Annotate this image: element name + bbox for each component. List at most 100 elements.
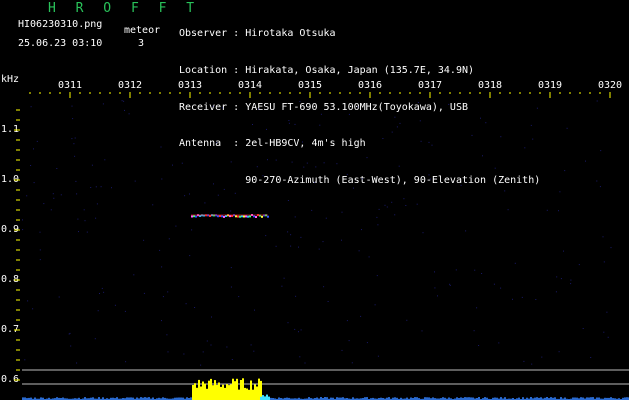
- noise-dot: [555, 291, 557, 293]
- noise-dot: [111, 187, 112, 189]
- noise-dot: [596, 100, 598, 102]
- noise-dot: [570, 279, 572, 281]
- noise-dot: [73, 143, 75, 145]
- spectrum-bar: [216, 384, 218, 400]
- noise-dot: [230, 210, 232, 212]
- spectrum-bar: [194, 383, 196, 400]
- noise-dot: [222, 107, 223, 109]
- noise-dot: [434, 287, 436, 289]
- noise-dot: [603, 261, 605, 263]
- noise-dot: [536, 107, 538, 109]
- noise-dot: [52, 193, 54, 195]
- noise-dot: [320, 113, 322, 115]
- noise-dot: [300, 236, 302, 238]
- reference-lines: [22, 369, 629, 385]
- noise-dot: [287, 231, 289, 233]
- noise-dot: [391, 201, 393, 203]
- spectrum-bar: [252, 389, 254, 400]
- noise-dot: [143, 239, 145, 241]
- noise-dot: [191, 229, 193, 231]
- noise-dot: [478, 345, 480, 346]
- noise-dot: [399, 122, 401, 124]
- noise-dot: [288, 122, 290, 124]
- noise-dot: [230, 267, 232, 269]
- noise-dot: [36, 140, 38, 142]
- noise-dot: [161, 178, 163, 180]
- noise-dot: [223, 188, 225, 190]
- noise-dot: [97, 310, 99, 312]
- noise-dot: [281, 285, 283, 287]
- spectrum-bar: [196, 387, 198, 400]
- spectrum-bar: [256, 386, 258, 400]
- noise-dot: [230, 286, 232, 288]
- noise-dot: [94, 338, 96, 340]
- noise-dot: [161, 266, 163, 268]
- noise-dot: [311, 209, 313, 211]
- noise-dot: [185, 303, 187, 305]
- noise-dot: [100, 186, 102, 188]
- noise-dot: [265, 235, 267, 237]
- noise-dot: [396, 126, 398, 128]
- noise-dots: [22, 100, 612, 366]
- noise-dot: [535, 299, 537, 300]
- noise-dot: [319, 124, 321, 126]
- spectrum-bar: [224, 387, 226, 400]
- noise-dot: [290, 234, 292, 236]
- noise-dot: [485, 122, 487, 124]
- noise-dot: [30, 106, 32, 108]
- spectrum-bar: [268, 396, 270, 400]
- noise-dot: [564, 170, 566, 172]
- noise-dot: [578, 264, 580, 266]
- spectrum-bar: [230, 384, 232, 400]
- noise-dot: [162, 296, 164, 298]
- noise-dot: [43, 203, 45, 205]
- tick-marks: [14, 92, 611, 381]
- noise-dot: [27, 300, 29, 302]
- noise-dot: [374, 304, 376, 306]
- noise-dot: [184, 195, 186, 197]
- noise-dot: [226, 346, 228, 348]
- noise-dot: [95, 186, 97, 188]
- noise-dot: [204, 202, 206, 204]
- noise-dot: [294, 328, 296, 330]
- noise-dot: [291, 161, 293, 163]
- noise-dot: [346, 173, 348, 175]
- noise-dot: [250, 344, 252, 346]
- noise-dot: [39, 231, 41, 233]
- echo-pixel: [223, 215, 225, 218]
- noise-dot: [68, 333, 70, 335]
- noise-dot: [473, 330, 475, 332]
- echo-pixel: [239, 215, 241, 218]
- noise-dot: [299, 356, 301, 358]
- noise-dot: [394, 214, 396, 216]
- noise-dot: [523, 360, 525, 362]
- noise-dot: [351, 362, 353, 364]
- noise-dot: [125, 361, 127, 363]
- noise-dot: [252, 124, 253, 125]
- spectrum-bar: [192, 385, 194, 400]
- spectrum-bar: [214, 380, 216, 400]
- noise-dot: [26, 195, 28, 197]
- noise-dot: [256, 166, 258, 168]
- noise-dot: [353, 187, 354, 189]
- signal-spectrum: [22, 378, 629, 400]
- noise-dot: [217, 194, 219, 196]
- noise-dot: [143, 292, 145, 294]
- noise-dot: [230, 161, 232, 163]
- noise-dot: [428, 141, 430, 143]
- spectrum-bar: [206, 388, 208, 400]
- noise-dot: [531, 363, 533, 365]
- noise-dot: [299, 101, 301, 102]
- noise-dot: [212, 105, 214, 107]
- echo-pixel: [249, 215, 251, 218]
- noise-dot: [504, 190, 506, 192]
- noise-dot: [607, 336, 609, 338]
- noise-dot: [361, 229, 362, 231]
- spectrum-bar: [258, 378, 260, 400]
- noise-dot: [231, 359, 233, 360]
- noise-dot: [161, 320, 162, 322]
- spectrum-bar: [212, 385, 214, 400]
- noise-dot: [287, 200, 289, 201]
- echo-pixel: [241, 215, 243, 218]
- noise-dot: [348, 340, 350, 342]
